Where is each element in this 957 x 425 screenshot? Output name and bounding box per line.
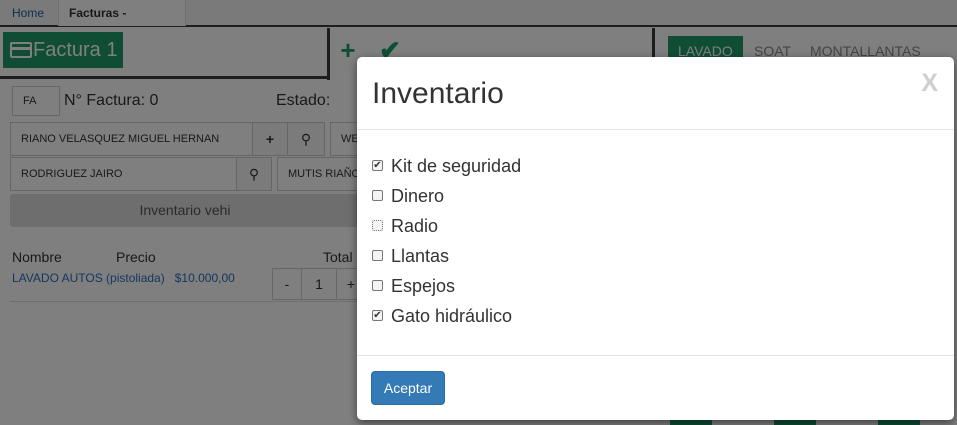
modal-footer: Aceptar — [357, 355, 954, 420]
checkbox-icon[interactable]: ✔ — [372, 310, 383, 321]
checkbox-icon[interactable] — [372, 220, 383, 231]
modal-header: Inventario X — [357, 57, 954, 130]
modal-title: Inventario — [372, 77, 504, 110]
modal-body: ✔ Kit de seguridad Dinero Radio Llantas … — [357, 130, 954, 356]
close-button[interactable]: X — [921, 69, 938, 98]
checkbox-label: Gato hidráulico — [391, 306, 513, 326]
checkbox-icon[interactable]: ✔ — [372, 160, 383, 171]
checkbox-label: Radio — [391, 216, 439, 236]
checkbox-icon[interactable] — [372, 190, 383, 201]
accept-button[interactable]: Aceptar — [371, 371, 445, 405]
checkbox-label: Espejos — [391, 276, 456, 296]
checkbox-label: Dinero — [391, 186, 445, 206]
checkbox-icon[interactable] — [372, 250, 383, 261]
checkbox-label: Llantas — [391, 246, 450, 266]
inventory-modal: Inventario X ✔ Kit de seguridad Dinero R… — [357, 57, 954, 420]
checkbox-icon[interactable] — [372, 280, 383, 291]
checkbox-label: Kit de seguridad — [391, 156, 522, 176]
